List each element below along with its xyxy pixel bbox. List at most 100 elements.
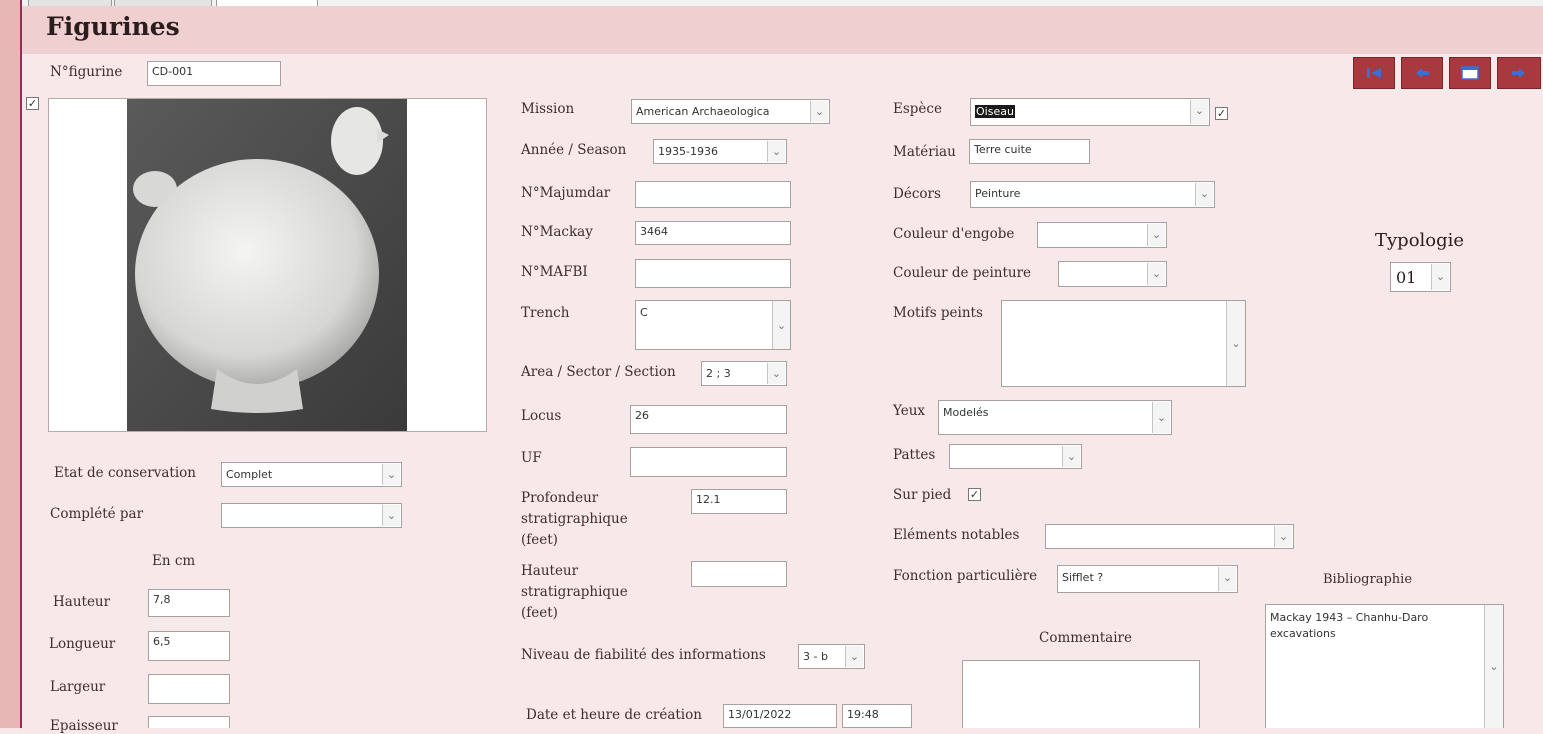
slip-color-label: Couleur d'engobe <box>893 226 1015 242</box>
season-select[interactable]: 1935-1936 ⌄ <box>653 139 787 164</box>
completed-by-select[interactable]: ⌄ <box>221 503 402 528</box>
material-field[interactable]: Terre cuite <box>969 139 1090 164</box>
mission-select[interactable]: American Archaeologica ⌄ <box>631 99 830 124</box>
figurine-number-field[interactable]: CD-001 <box>147 61 281 86</box>
bibliography-value: Mackay 1943 – Chanhu-Daro excavations <box>1270 611 1429 640</box>
length-label: Longueur <box>49 636 116 652</box>
scrollbar[interactable]: ⌄ <box>1484 605 1503 728</box>
created-time-field[interactable]: 19:48 <box>842 704 912 728</box>
bibliography-label: Bibliographie <box>1323 572 1413 587</box>
season-value: 1935-1936 <box>658 145 718 158</box>
reliability-value: 3 - b <box>803 650 828 663</box>
comment-label: Commentaire <box>1039 630 1132 646</box>
mackay-field[interactable]: 3464 <box>635 221 791 245</box>
height-label: Hauteur <box>53 594 111 610</box>
typology-value: 01 <box>1396 268 1417 287</box>
figurine-photo <box>127 99 407 431</box>
majumdar-label: N°Majumdar <box>521 185 611 201</box>
chevron-down-icon: ⌄ <box>382 464 400 485</box>
painted-motifs-field[interactable]: ⌄ <box>1001 300 1246 387</box>
locus-label: Locus <box>521 408 562 424</box>
on-foot-checkbox[interactable]: ✓ <box>968 488 981 501</box>
form-header <box>22 6 1543 54</box>
new-record-button[interactable] <box>1449 57 1491 89</box>
chevron-down-icon: ⌄ <box>845 646 863 667</box>
chevron-down-icon: ⌄ <box>1274 526 1292 547</box>
depth-field[interactable]: 12.1 <box>691 489 787 514</box>
next-record-button[interactable] <box>1497 57 1541 89</box>
paint-color-select[interactable]: ⌄ <box>1058 261 1167 287</box>
decors-value: Peinture <box>975 187 1021 200</box>
width-field[interactable] <box>148 674 230 704</box>
trench-value: C <box>640 306 648 319</box>
paint-color-label: Couleur de peinture <box>893 265 1032 281</box>
first-record-icon <box>1367 68 1381 78</box>
species-label: Espèce <box>893 101 942 117</box>
next-record-icon <box>1512 68 1525 78</box>
mission-label: Mission <box>521 101 575 117</box>
uf-field[interactable] <box>630 447 787 477</box>
locus-field[interactable]: 26 <box>630 405 787 434</box>
species-checkbox[interactable]: ✓ <box>1215 107 1228 120</box>
typology-label: Typologie <box>1375 230 1465 251</box>
mafbi-field[interactable] <box>635 259 791 288</box>
eyes-select[interactable]: Modelés ⌄ <box>938 400 1172 435</box>
species-select[interactable]: Oiseau ⌄ <box>970 98 1210 126</box>
area-value: 2 ; 3 <box>706 367 731 380</box>
thickness-field[interactable] <box>148 716 230 728</box>
decors-select[interactable]: Peinture ⌄ <box>970 181 1215 208</box>
chevron-down-icon: ⌄ <box>382 505 400 526</box>
bibliography-field[interactable]: Mackay 1943 – Chanhu-Daro excavations ⌄ <box>1265 604 1504 728</box>
chevron-down-icon: ⌄ <box>767 363 785 384</box>
material-label: Matériau <box>893 144 956 160</box>
chevron-down-icon: ⌄ <box>1218 567 1236 591</box>
chevron-down-icon: ⌄ <box>767 141 785 162</box>
photo-checkbox[interactable]: ✓ <box>26 97 39 110</box>
strat-height-field[interactable] <box>691 561 787 587</box>
chevron-down-icon: ⌄ <box>1431 264 1449 290</box>
conservation-value: Complet <box>226 468 273 481</box>
first-record-button[interactable] <box>1353 57 1395 89</box>
legs-label: Pattes <box>893 447 936 463</box>
window-left-edge <box>0 0 22 728</box>
height-field[interactable]: 7,8 <box>148 589 230 617</box>
function-value: Sifflet ? <box>1062 571 1104 584</box>
created-date-field[interactable]: 13/01/2022 <box>723 704 837 728</box>
form-title: Figurines <box>46 12 180 41</box>
slip-color-select[interactable]: ⌄ <box>1037 222 1167 248</box>
majumdar-field[interactable] <box>635 181 791 208</box>
eyes-label: Yeux <box>893 403 926 419</box>
reliability-label: Niveau de fiabilité des informations <box>521 647 766 663</box>
function-label: Fonction particulière <box>893 568 1038 584</box>
strat-height-label: Hauteur stratigraphique (feet) <box>521 563 628 621</box>
area-select[interactable]: 2 ; 3 ⌄ <box>701 361 787 386</box>
painted-motifs-label: Motifs peints <box>893 305 983 321</box>
scrollbar[interactable]: ⌄ <box>1226 301 1245 386</box>
uf-label: UF <box>521 450 542 466</box>
conservation-label: Etat de conservation <box>54 465 196 481</box>
created-label: Date et heure de création <box>526 707 702 723</box>
decors-label: Décors <box>893 186 941 202</box>
chevron-down-icon: ⌄ <box>1062 446 1080 467</box>
previous-record-icon <box>1416 68 1429 78</box>
reliability-select[interactable]: 3 - b ⌄ <box>798 644 865 669</box>
length-field[interactable]: 6,5 <box>148 631 230 661</box>
chevron-down-icon: ⌄ <box>1147 224 1165 246</box>
previous-record-button[interactable] <box>1401 57 1443 89</box>
comment-field[interactable] <box>962 660 1200 728</box>
mackay-label: N°Mackay <box>521 224 593 240</box>
depth-label: Profondeur stratigraphique (feet) <box>521 490 628 548</box>
width-label: Largeur <box>50 679 106 695</box>
thickness-label: Epaisseur <box>50 718 118 734</box>
notable-elements-label: Eléments notables <box>893 527 1020 543</box>
trench-field[interactable]: C ⌄ <box>635 300 791 350</box>
conservation-select[interactable]: Complet ⌄ <box>221 462 402 487</box>
notable-elements-select[interactable]: ⌄ <box>1045 524 1294 549</box>
typology-select[interactable]: 01 ⌄ <box>1390 262 1451 292</box>
figurine-number-label: N°figurine <box>50 64 123 80</box>
scrollbar[interactable]: ⌄ <box>772 301 790 349</box>
mission-value: American Archaeologica <box>636 105 770 118</box>
function-select[interactable]: Sifflet ? ⌄ <box>1057 565 1238 593</box>
legs-select[interactable]: ⌄ <box>949 444 1082 469</box>
eyes-value: Modelés <box>943 406 989 419</box>
